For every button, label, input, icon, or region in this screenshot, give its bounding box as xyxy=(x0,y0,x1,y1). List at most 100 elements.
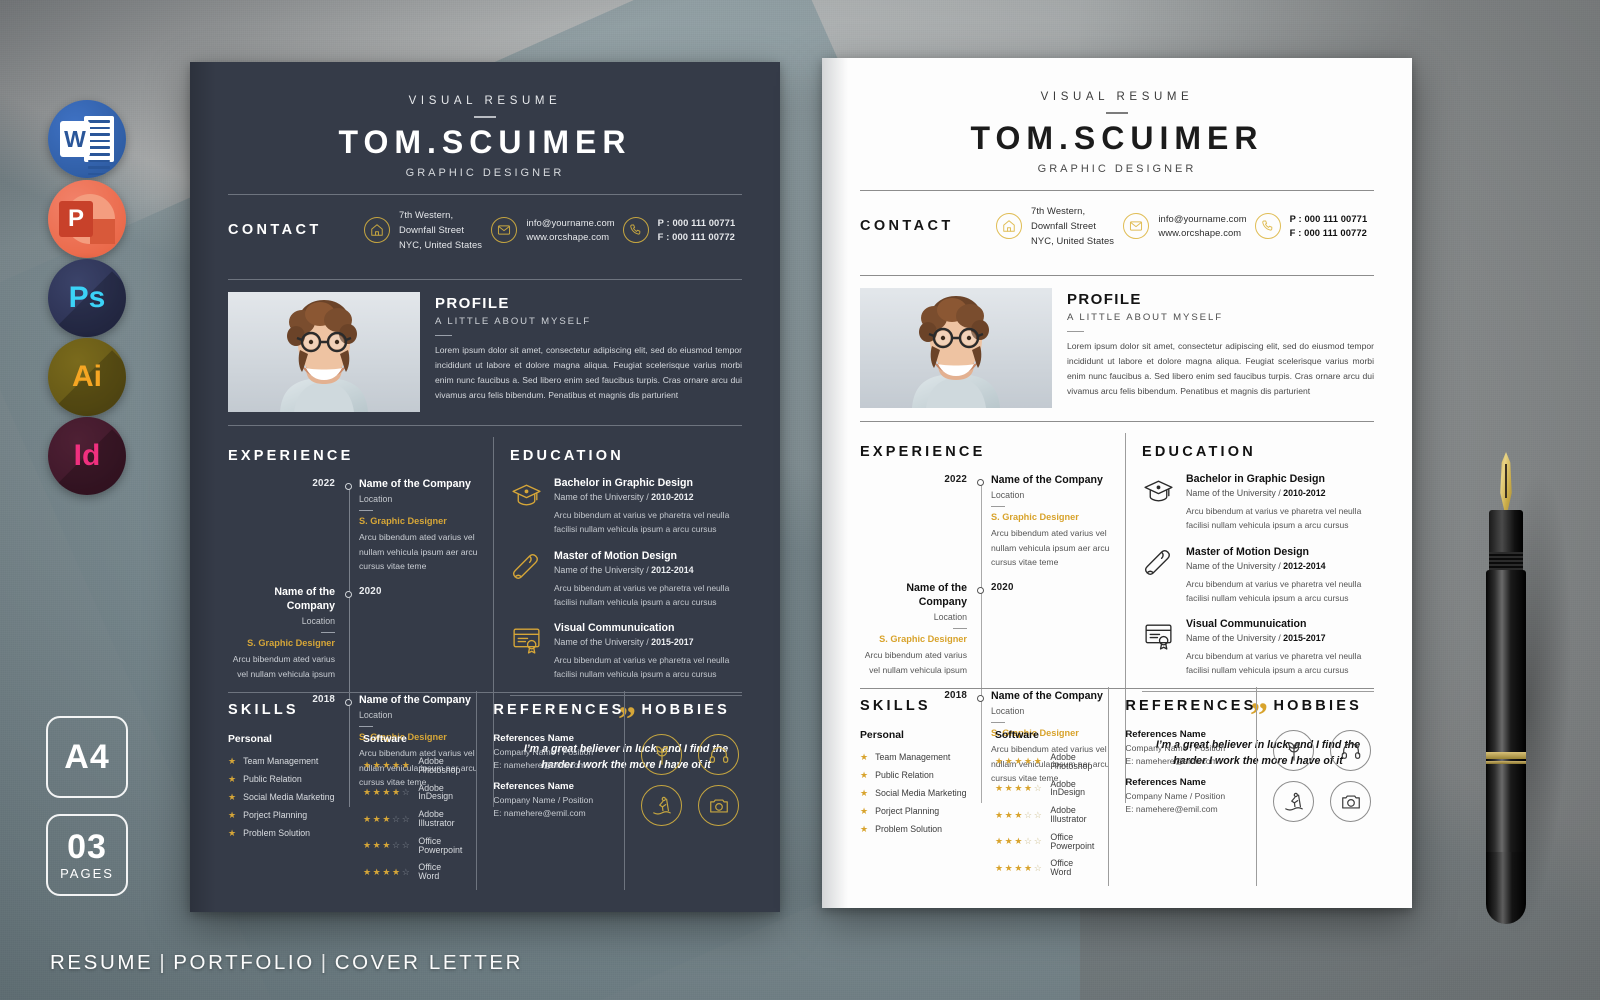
star-icon: ★ xyxy=(228,756,237,767)
phone-icon xyxy=(1254,213,1281,240)
skill-row: ★ Team Management xyxy=(228,757,363,766)
experience-year: 2020 xyxy=(991,582,1014,594)
footer-item-portfolio: PORTFOLIO xyxy=(173,951,315,974)
education-title: EDUCATION xyxy=(510,448,624,465)
software-row: ★★★☆☆ Office Powerpoint xyxy=(995,833,1094,851)
profile-photo-art xyxy=(228,292,420,413)
powerpoint-icon: P xyxy=(48,180,126,258)
experience-job-title: S. Graphic Designer xyxy=(991,512,1079,523)
star-icon: ★ xyxy=(860,770,869,781)
rating-stars: ★★★☆☆ xyxy=(995,809,1044,820)
experience-item: 2022 Name of the Company Location S. Gra… xyxy=(860,474,1111,569)
diploma-scroll-icon xyxy=(510,551,543,584)
word-glyph: W xyxy=(60,116,114,176)
contact-email: info@yourname.com www.orcshape.com xyxy=(1123,212,1247,241)
education-degree: Visual Communuication xyxy=(554,622,675,635)
software-row: ★★★★☆ Adobe InDesign xyxy=(363,783,462,802)
footer-item-resume: RESUME xyxy=(50,951,154,974)
references-column: REFERENCES References Name Company Name … xyxy=(476,691,624,890)
rating-stars: ★★★★★ xyxy=(363,760,412,771)
star-icon: ★ xyxy=(860,824,869,835)
skill-row: ★ Porject Planning xyxy=(228,811,363,820)
profile-photo xyxy=(228,292,420,413)
reference-name: References Name xyxy=(1125,729,1206,741)
resume-header-dark: VISUAL RESUME TOM.SCUIMER GRAPHIC DESIGN… xyxy=(228,62,742,179)
education-description: Arcu bibendum at varius ve pharetra vel … xyxy=(1186,651,1362,676)
education-item: Visual Communuication Name of the Univer… xyxy=(510,622,742,682)
indesign-letter: Id xyxy=(73,439,101,472)
hobbies-column: HOBBIES xyxy=(624,691,745,890)
mail-icon xyxy=(1123,213,1150,240)
reference-name: References Name xyxy=(493,781,574,793)
pen-rings xyxy=(1489,552,1523,572)
footer-sep-2: | xyxy=(320,951,329,974)
profile-section: PROFILE A LITTLE ABOUT MYSELF Lorem ipsu… xyxy=(228,280,742,413)
resume-name: TOM.SCUIMER xyxy=(970,119,1264,156)
contact-email-value: info@yourname.com xyxy=(1158,212,1247,224)
profile-rule xyxy=(228,425,742,427)
paper-size-value: A4 xyxy=(64,738,110,776)
pen-end-cap xyxy=(1486,852,1526,924)
skill-label: Public Relation xyxy=(875,770,934,781)
pen-gold-band xyxy=(1486,752,1526,759)
education-item: Master of Motion Design Name of the Univ… xyxy=(510,550,742,610)
skills-software-group: Software ★★★★★ Adobe Photoshop ★★★★☆ Adobe… xyxy=(363,718,462,890)
software-label: Adobe Photoshop xyxy=(1050,752,1093,771)
reference-name: References Name xyxy=(1125,777,1206,789)
reference-item: References Name Company Name / Position … xyxy=(1125,729,1256,766)
experience-dash xyxy=(953,627,967,630)
reference-position: Company Name / Position xyxy=(1125,791,1226,802)
software-row: ★★★★★ Adobe Photoshop xyxy=(363,757,462,775)
reference-item: References Name Company Name / Position … xyxy=(493,781,624,818)
star-icon: ★ xyxy=(860,752,869,763)
education-years: 2015-2017 xyxy=(1283,633,1326,644)
skill-row: ★ Problem Solution xyxy=(860,825,995,834)
skill-label: Problem Solution xyxy=(243,828,311,839)
page-count-badge: 03 PAGES xyxy=(46,814,128,896)
reference-position: Company Name / Position xyxy=(493,747,594,758)
skills-column: SKILLS Personal ★ Team Management ★ Public… xyxy=(228,693,476,890)
software-label: Adobe InDesign xyxy=(1050,778,1086,798)
education-description: Arcu bibendum at varius ve pharetra vel … xyxy=(1186,506,1362,531)
hobbies-title: HOBBIES xyxy=(1273,698,1362,715)
camera-icon xyxy=(1330,781,1372,823)
resume-name: TOM.SCUIMER xyxy=(338,123,632,160)
software-row: ★★★☆☆ Adobe Illustrator xyxy=(995,806,1094,824)
graduation-cap-icon xyxy=(510,478,543,511)
skills-software-header: Software xyxy=(363,734,407,746)
home-icon xyxy=(996,213,1022,240)
skills-software-group: Software ★★★★★ Adobe Photoshop ★★★★☆ Adobe… xyxy=(995,714,1094,886)
experience-title: EXPERIENCE xyxy=(228,448,354,465)
experience-location: Location xyxy=(359,493,393,504)
profile-rule xyxy=(860,421,1374,423)
resume-page-light: VISUAL RESUME TOM.SCUIMER GRAPHIC DESIGN… xyxy=(822,58,1412,908)
experience-description: Arcu bibendum ated varius vel nullam veh… xyxy=(232,654,335,679)
skill-label: Social Media Marketing xyxy=(243,792,335,803)
camera-icon xyxy=(698,785,740,827)
reference-name: References Name xyxy=(493,733,574,745)
profile-title: PROFILE xyxy=(435,295,510,313)
reference-item: References Name Company Name / Position … xyxy=(1125,777,1256,814)
home-icon xyxy=(364,217,390,244)
star-icon: ★ xyxy=(228,828,237,839)
software-row: ★★★★☆ Office Word xyxy=(995,859,1094,877)
skill-row: ★ Porject Planning xyxy=(860,807,995,816)
profile-dash xyxy=(435,335,452,337)
resume-eyebrow: VISUAL RESUME xyxy=(1040,91,1194,103)
contact-address-line1: 7th Western, Downfall Street xyxy=(399,209,465,235)
pen-grip xyxy=(1489,510,1523,556)
education-degree: Master of Motion Design xyxy=(1186,545,1310,558)
contact-address: 7th Western, Downfall Street NYC, United… xyxy=(996,204,1115,248)
experience-dash xyxy=(359,509,373,512)
rating-stars: ★★★☆☆ xyxy=(363,813,412,824)
skill-row: ★ Social Media Marketing xyxy=(860,789,995,798)
star-icon: ★ xyxy=(860,788,869,799)
photoshop-icon: Ps xyxy=(48,259,126,337)
indesign-icon: Id xyxy=(48,417,126,495)
rating-stars: ★★★☆☆ xyxy=(995,836,1044,847)
references-divider xyxy=(476,691,478,890)
hobbies-divider xyxy=(624,691,626,890)
contact-fax-value: F : 000 111 00772 xyxy=(657,231,735,243)
skill-label: Porject Planning xyxy=(243,810,308,821)
resume-role: GRAPHIC DESIGNER xyxy=(1037,163,1197,176)
